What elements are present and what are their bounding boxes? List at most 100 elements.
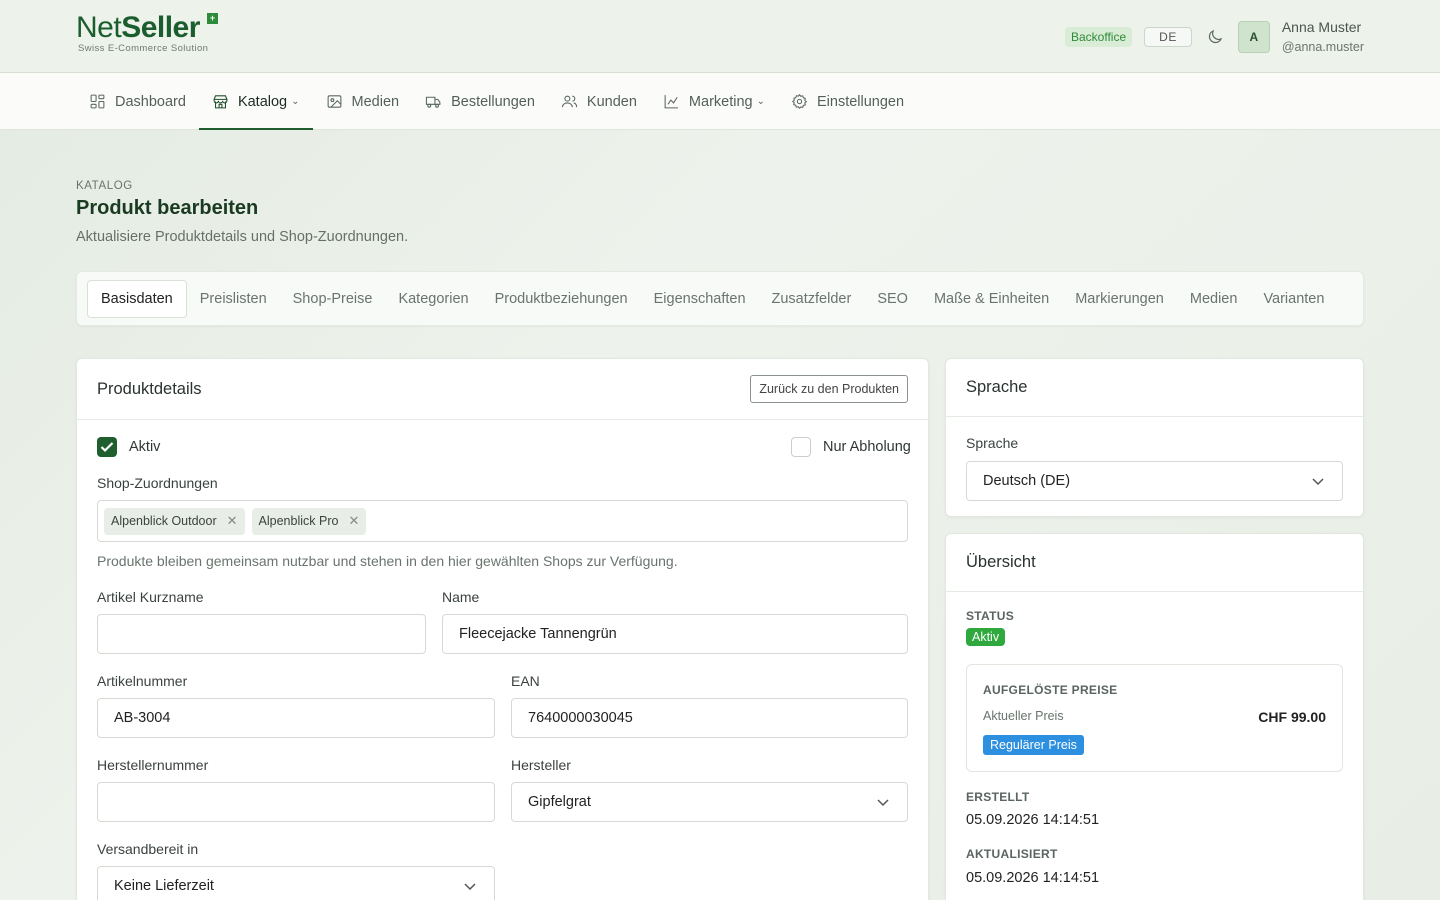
ean-label: EAN bbox=[511, 673, 540, 689]
user-info[interactable]: Anna Muster @anna.muster bbox=[1282, 17, 1364, 57]
page-title: Produkt bearbeiten bbox=[76, 197, 259, 219]
close-icon[interactable]: ✕ bbox=[348, 513, 359, 529]
users-icon bbox=[561, 95, 578, 108]
gear-icon bbox=[791, 93, 808, 110]
avatar[interactable]: A bbox=[1237, 21, 1270, 53]
current-price-label: Aktueller Preis bbox=[983, 709, 1064, 723]
nav-item-medien[interactable]: Medien bbox=[313, 73, 413, 130]
status-label: STATUS bbox=[966, 609, 1015, 623]
tab-shop-preise[interactable]: Shop-Preise bbox=[280, 281, 386, 317]
chevron-down-icon bbox=[1312, 478, 1324, 486]
store-icon bbox=[213, 95, 228, 109]
nav-item-bestellungen[interactable]: Bestellungen bbox=[412, 73, 548, 130]
breadcrumb: KATALOG bbox=[76, 180, 133, 192]
tab-varianten[interactable]: Varianten bbox=[1250, 281, 1337, 317]
chevron-down-icon bbox=[464, 883, 476, 891]
shops-label: Shop-Zuordnungen bbox=[97, 475, 218, 491]
nav-item-katalog[interactable]: Katalog ⌄ bbox=[198, 73, 313, 130]
nav-label: Dashboard bbox=[115, 93, 186, 110]
short-name-label: Artikel Kurzname bbox=[97, 589, 204, 605]
tab-masse-einheiten[interactable]: Maße & Einheiten bbox=[921, 281, 1062, 317]
tab-eigenschaften[interactable]: Eigenschaften bbox=[641, 281, 759, 317]
shops-multiselect[interactable]: Alpenblick Outdoor ✕ Alpenblick Pro ✕ bbox=[97, 500, 908, 542]
shipping-ready-value: Keine Lieferzeit bbox=[114, 878, 214, 894]
manufacturer-number-input[interactable] bbox=[97, 782, 495, 822]
shop-chip-label: Alpenblick Pro bbox=[258, 514, 339, 528]
nav-label: Bestellungen bbox=[451, 93, 535, 110]
name-input[interactable]: Fleecejacke Tannengrün bbox=[442, 614, 908, 654]
manufacturer-label: Hersteller bbox=[511, 757, 571, 773]
tab-seo[interactable]: SEO bbox=[864, 281, 921, 317]
nav-label: Medien bbox=[351, 93, 400, 110]
user-handle: @anna.muster bbox=[1281, 40, 1364, 54]
user-name: Anna Muster bbox=[1281, 19, 1362, 35]
logo-plus-icon: + bbox=[207, 13, 218, 24]
name-label: Name bbox=[442, 589, 480, 605]
nav-label: Katalog bbox=[237, 93, 288, 110]
shop-chip-label: Alpenblick Outdoor bbox=[111, 514, 217, 528]
shop-chip: Alpenblick Outdoor ✕ bbox=[104, 507, 245, 535]
manufacturer-select[interactable]: Gipfelgrat bbox=[511, 782, 908, 822]
pickup-only-label: Nur Abholung bbox=[823, 439, 911, 455]
chevron-down-icon bbox=[877, 799, 889, 807]
shop-chip: Alpenblick Pro ✕ bbox=[251, 507, 367, 535]
tab-markierungen[interactable]: Markierungen bbox=[1062, 281, 1177, 317]
current-price-value: CHF 99.00 bbox=[1258, 709, 1326, 725]
nav-label: Einstellungen bbox=[816, 93, 905, 110]
resolved-prices-box: AUFGELÖSTE PREISE Aktueller Preis CHF 99… bbox=[966, 664, 1343, 772]
chart-icon bbox=[664, 95, 678, 109]
logo-net-text: Net bbox=[76, 11, 122, 44]
created-label: ERSTELLT bbox=[966, 790, 1030, 804]
tab-medien[interactable]: Medien bbox=[1177, 281, 1251, 317]
sku-input[interactable]: AB-3004 bbox=[97, 698, 495, 738]
nav-item-einstellungen[interactable]: Einstellungen bbox=[778, 73, 917, 130]
shops-help-text: Produkte bleiben gemeinsam nutzbar und s… bbox=[97, 553, 678, 569]
chevron-down-icon: ⌄ bbox=[291, 96, 300, 107]
language-select-value: Deutsch (DE) bbox=[983, 473, 1071, 489]
updated-value: 05.09.2026 14:14:51 bbox=[966, 870, 1100, 886]
top-header: NetSeller + Swiss E-Commerce Solution Ba… bbox=[0, 0, 1440, 73]
status-badge: Aktiv bbox=[966, 628, 1006, 646]
check-icon bbox=[100, 442, 114, 453]
card-title: Übersicht bbox=[966, 553, 1036, 571]
tab-zusatzfelder[interactable]: Zusatzfelder bbox=[759, 281, 865, 317]
language-label: Sprache bbox=[966, 435, 1019, 451]
language-switch-button[interactable]: DE bbox=[1144, 27, 1192, 47]
shipping-ready-select[interactable]: Keine Lieferzeit bbox=[97, 866, 495, 900]
nav-label: Kunden bbox=[586, 93, 637, 110]
product-details-card: Produktdetails Zurück zu den Produkten A… bbox=[76, 358, 929, 900]
netseller-logo[interactable]: NetSeller + Swiss E-Commerce Solution bbox=[76, 11, 218, 54]
active-checkbox[interactable] bbox=[97, 437, 117, 457]
logo-tagline: Swiss E-Commerce Solution bbox=[78, 43, 209, 54]
language-card: Sprache Sprache Deutsch (DE) bbox=[945, 358, 1364, 517]
updated-label: AKTUALISIERT bbox=[966, 847, 1058, 861]
resolved-prices-label: AUFGELÖSTE PREISE bbox=[983, 683, 1118, 697]
pickup-only-checkbox[interactable] bbox=[791, 437, 811, 457]
ean-input[interactable]: 7640000030045 bbox=[511, 698, 908, 738]
nav-item-marketing[interactable]: Marketing ⌄ bbox=[650, 73, 778, 130]
language-select[interactable]: Deutsch (DE) bbox=[966, 461, 1343, 501]
tab-preislisten[interactable]: Preislisten bbox=[187, 281, 280, 317]
nav-item-kunden[interactable]: Kunden bbox=[548, 73, 650, 130]
nav-label: Marketing bbox=[688, 93, 753, 110]
active-label: Aktiv bbox=[129, 439, 161, 455]
overview-card: Übersicht STATUS Aktiv AUFGELÖSTE PREISE… bbox=[945, 533, 1364, 900]
tab-kategorien[interactable]: Kategorien bbox=[385, 281, 481, 317]
back-to-products-button[interactable]: Zurück zu den Produkten bbox=[750, 375, 908, 403]
tab-produktbeziehungen[interactable]: Produktbeziehungen bbox=[482, 281, 641, 317]
manufacturer-select-value: Gipfelgrat bbox=[528, 794, 591, 810]
tab-basisdaten[interactable]: Basisdaten bbox=[87, 279, 187, 318]
env-badge: Backoffice bbox=[1065, 27, 1133, 47]
price-type-badge: Regulärer Preis bbox=[983, 735, 1084, 755]
product-tabs: Basisdaten Preislisten Shop-Preise Kateg… bbox=[76, 271, 1364, 326]
close-icon[interactable]: ✕ bbox=[227, 513, 238, 529]
manufacturer-number-label: Herstellernummer bbox=[97, 757, 209, 773]
moon-icon[interactable] bbox=[1206, 28, 1224, 46]
short-name-input[interactable] bbox=[97, 614, 426, 654]
logo-seller-text: Seller bbox=[121, 11, 200, 44]
created-value: 05.09.2026 14:14:51 bbox=[966, 812, 1100, 828]
image-icon bbox=[327, 95, 341, 108]
nav-item-dashboard[interactable]: Dashboard bbox=[76, 73, 199, 130]
shipping-ready-label: Versandbereit in bbox=[97, 841, 199, 857]
card-title: Sprache bbox=[966, 378, 1028, 396]
